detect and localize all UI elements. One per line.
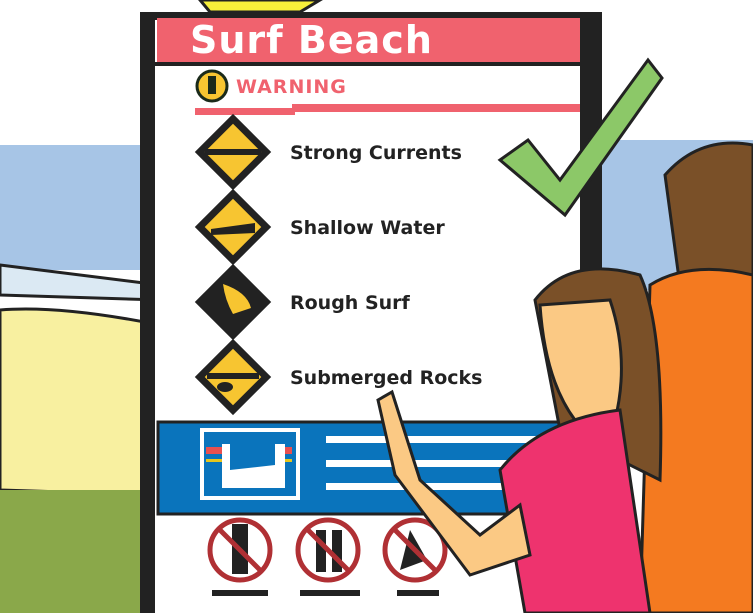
umbrella xyxy=(198,0,323,14)
sand-dune xyxy=(0,307,162,497)
warning-label: WARNING xyxy=(236,76,347,98)
grass xyxy=(0,490,160,613)
hazard-label: Rough Surf xyxy=(290,292,410,314)
beach-sign-scene: Surf Beach WARNING Strong Currents Shall… xyxy=(0,0,753,613)
header-rule xyxy=(292,104,580,112)
hazard-label: Strong Currents xyxy=(290,142,462,164)
sky-left xyxy=(0,145,160,270)
hazard-label: Shallow Water xyxy=(290,217,445,239)
hazard-label: Submerged Rocks xyxy=(290,367,483,389)
sign-title: Surf Beach xyxy=(190,18,433,62)
shoreline xyxy=(0,263,162,302)
